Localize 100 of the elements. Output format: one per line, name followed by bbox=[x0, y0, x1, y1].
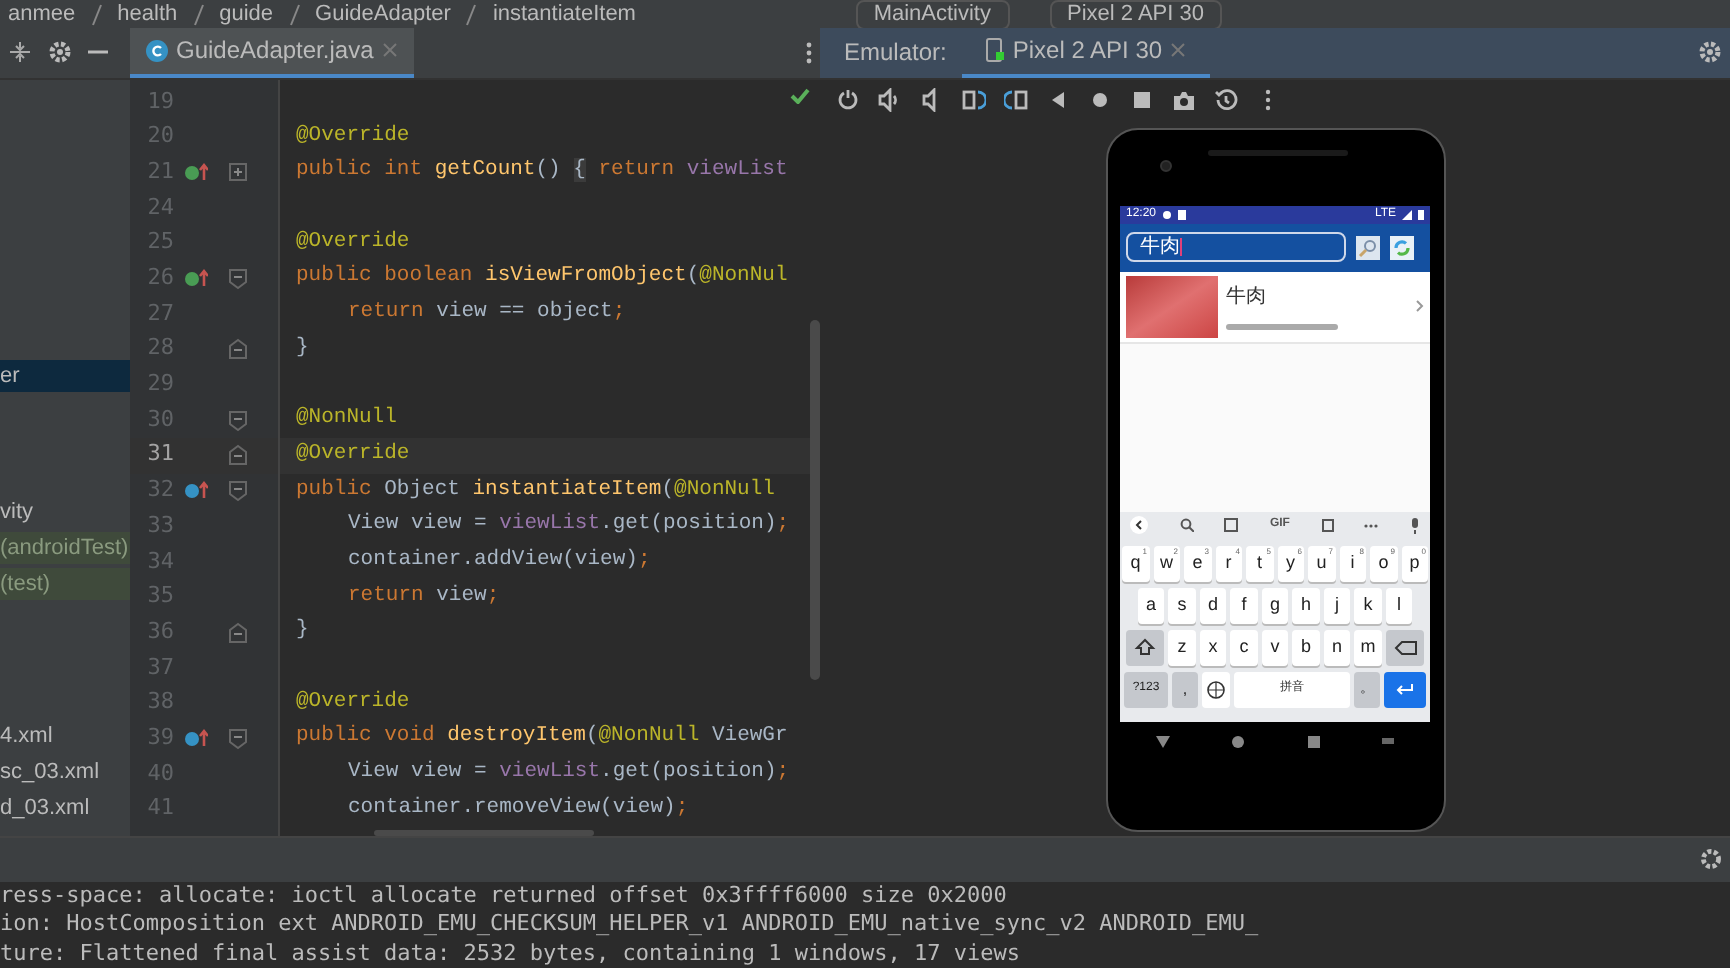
project-tree-item[interactable]: er bbox=[0, 359, 130, 392]
battery-icon bbox=[1418, 209, 1424, 220]
keyboard-key[interactable]: s bbox=[1168, 587, 1196, 624]
implements-icon[interactable] bbox=[184, 268, 208, 289]
keyboard-key[interactable]: g bbox=[1261, 587, 1289, 624]
separator-icon bbox=[289, 3, 300, 25]
more-icon[interactable] bbox=[806, 41, 812, 64]
fold-marker-icon[interactable] bbox=[228, 409, 248, 431]
fold-marker-icon[interactable] bbox=[228, 479, 248, 502]
keyboard-key[interactable]: h bbox=[1292, 587, 1320, 624]
phone-icon bbox=[986, 38, 1005, 63]
code-line: } bbox=[296, 616, 309, 647]
refresh-icon[interactable] bbox=[1390, 235, 1414, 260]
vertical-scrollbar[interactable] bbox=[810, 319, 820, 680]
shift-icon[interactable] bbox=[1126, 629, 1165, 666]
fold-marker-icon[interactable] bbox=[228, 727, 248, 750]
back-icon[interactable] bbox=[1156, 735, 1171, 748]
keyboard-key[interactable]: b bbox=[1292, 629, 1320, 666]
collapse-icon[interactable] bbox=[8, 40, 32, 65]
code-line: container.removeView(view); bbox=[346, 793, 689, 824]
code-line: return view; bbox=[346, 581, 500, 612]
chevron-right-icon bbox=[1416, 300, 1424, 313]
overrides-icon[interactable] bbox=[184, 728, 208, 749]
overview-icon[interactable] bbox=[1130, 87, 1154, 112]
project-tree-item[interactable]: d_03.xml bbox=[0, 791, 130, 824]
overview-icon[interactable] bbox=[1307, 735, 1320, 748]
keyboard-key[interactable]: d bbox=[1199, 587, 1227, 624]
log-line: ress-space: allocate: ioctl allocate returned offset 0x3ffff6000 size 0x2000 bbox=[0, 881, 1009, 910]
project-tree-item[interactable]: 4.xml bbox=[0, 719, 130, 752]
log-line: ion: HostComposition ext ANDROID_EMU_CHECKSUM_HELPER_v1 ANDROID_EMU_native_sync_v2 ANDROID_EMU_ bbox=[0, 910, 1261, 939]
keyboard-key[interactable]: m bbox=[1354, 629, 1382, 666]
search-field[interactable]: 牛肉 bbox=[1126, 232, 1346, 263]
volume-up-icon[interactable] bbox=[878, 87, 902, 112]
home-icon[interactable] bbox=[1088, 87, 1112, 112]
code-line: public Object instantiateItem(@NonNull bbox=[296, 475, 775, 505]
keyboard-key[interactable]: k bbox=[1354, 587, 1382, 624]
search-icon[interactable] bbox=[1179, 518, 1194, 533]
log-line: ture: Flattened final assist data: 2532 bytes, containing 1 windows, 17 views bbox=[0, 939, 1022, 968]
result-title: 牛肉 bbox=[1226, 283, 1268, 313]
breadcrumb-item[interactable]: health bbox=[117, 1, 178, 27]
code-line: @Override bbox=[296, 121, 410, 152]
fold-marker-icon[interactable] bbox=[228, 621, 248, 644]
keyboard-key[interactable]: v bbox=[1261, 629, 1289, 666]
enter-icon[interactable] bbox=[1384, 671, 1426, 708]
minimize-icon[interactable] bbox=[88, 50, 108, 55]
code-line: public boolean isViewFromObject(@NonNul bbox=[296, 262, 788, 293]
code-line: return view == object; bbox=[346, 298, 626, 329]
separator-icon bbox=[466, 3, 477, 25]
keyboard-key[interactable]: x bbox=[1199, 629, 1227, 666]
keyboard-key[interactable]: c bbox=[1230, 629, 1258, 666]
separator-icon bbox=[91, 3, 102, 25]
breadcrumb-item[interactable]: anmee bbox=[8, 1, 76, 27]
result-list-item[interactable]: 牛肉 bbox=[1120, 271, 1430, 344]
keyboard-key[interactable]: a bbox=[1137, 587, 1165, 624]
code-line: @Override bbox=[296, 227, 410, 258]
editor-tab[interactable]: GuideAdapter.java bbox=[130, 28, 414, 78]
keyboard-key[interactable]: f bbox=[1230, 587, 1258, 624]
signal-icon bbox=[1402, 209, 1412, 220]
globe-icon[interactable] bbox=[1202, 671, 1230, 708]
fold-marker-icon[interactable] bbox=[228, 444, 248, 467]
code-line: container.addView(view); bbox=[346, 545, 651, 576]
breadcrumb-item[interactable]: instantiateItem bbox=[492, 1, 636, 27]
comma-key[interactable]: , bbox=[1172, 671, 1198, 708]
fold-marker-icon[interactable] bbox=[228, 338, 248, 361]
photo-placeholder bbox=[1126, 275, 1218, 338]
blurred-text-drawing bbox=[1226, 324, 1338, 331]
power-icon[interactable] bbox=[836, 87, 860, 112]
snapshot-icon[interactable] bbox=[1214, 87, 1238, 112]
fold-marker-icon[interactable] bbox=[228, 161, 248, 184]
home-icon[interactable] bbox=[1232, 735, 1245, 748]
implements-icon[interactable] bbox=[184, 162, 208, 183]
rotate-left-icon[interactable] bbox=[962, 87, 986, 112]
camera-icon[interactable] bbox=[1172, 87, 1196, 112]
fold-marker-icon[interactable] bbox=[228, 267, 248, 290]
search-icon[interactable] bbox=[1356, 235, 1380, 260]
overrides-icon[interactable] bbox=[184, 480, 208, 501]
code-line: @Override bbox=[296, 439, 410, 470]
breadcrumb-item[interactable]: GuideAdapter bbox=[315, 1, 451, 27]
project-tree-item[interactable]: sc_03.xml bbox=[0, 755, 130, 788]
rotate-right-icon[interactable] bbox=[1004, 87, 1028, 112]
class-icon bbox=[146, 39, 168, 62]
code-line: View view = viewList.get(position); bbox=[346, 758, 790, 788]
keyboard-key[interactable]: j bbox=[1323, 587, 1351, 624]
code-line: @Override bbox=[296, 687, 410, 718]
code-line: public int getCount() { return viewList bbox=[296, 156, 788, 187]
separator-icon bbox=[193, 3, 204, 25]
project-tree-item[interactable]: vity bbox=[0, 495, 130, 528]
code-line: public void destroyItem(@NonNull ViewGr bbox=[296, 722, 788, 753]
keyboard-key[interactable]: n bbox=[1323, 629, 1351, 666]
code-line: } bbox=[296, 333, 309, 364]
breadcrumb-item[interactable]: guide bbox=[219, 1, 274, 27]
keyboard-key[interactable]: z bbox=[1168, 629, 1196, 666]
more-icon[interactable] bbox=[1364, 523, 1379, 528]
emulator-label: Emulator: bbox=[842, 36, 949, 71]
backspace-icon[interactable] bbox=[1385, 629, 1424, 666]
check-icon bbox=[790, 87, 810, 104]
camera-lens-icon bbox=[1159, 159, 1171, 172]
back-icon[interactable] bbox=[1130, 516, 1148, 535]
keyboard-key[interactable]: l bbox=[1385, 587, 1413, 624]
microphone-icon[interactable] bbox=[1409, 517, 1420, 534]
